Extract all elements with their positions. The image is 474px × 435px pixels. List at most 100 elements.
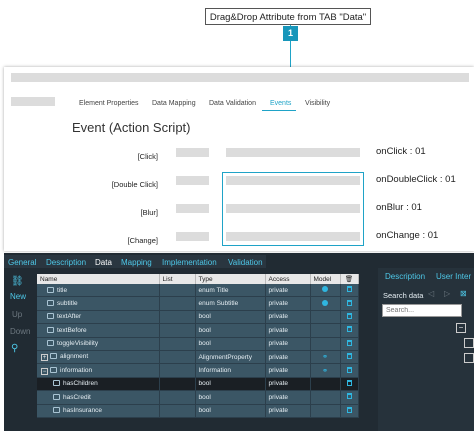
- cell-name: title: [37, 284, 160, 298]
- delete-icon[interactable]: [346, 366, 352, 373]
- tab-implementation[interactable]: Implementation: [162, 258, 217, 267]
- data-table: Name List Type Access Model 🗑 title enum …: [37, 274, 359, 418]
- col-name[interactable]: Name: [37, 274, 160, 284]
- designer-header-placeholder: [11, 97, 55, 106]
- table-row[interactable]: − information Information private ⚭: [37, 363, 359, 378]
- cell-type: bool: [195, 404, 266, 418]
- rp-tree-node[interactable]: −: [456, 323, 466, 333]
- delete-icon[interactable]: [346, 406, 352, 413]
- cell-list: [159, 337, 196, 351]
- attribute-icon: [53, 407, 60, 414]
- cell-access: private: [265, 296, 311, 311]
- delete-icon[interactable]: [346, 339, 352, 346]
- down-button[interactable]: Down: [10, 327, 30, 336]
- cell-access: private: [265, 284, 311, 298]
- cell-access: private: [265, 323, 311, 338]
- tab-events[interactable]: Events: [270, 100, 291, 107]
- tab-data-mapping[interactable]: Data Mapping: [152, 100, 196, 107]
- event-label-click: [Click]: [137, 152, 158, 161]
- model-globe-icon[interactable]: [322, 299, 328, 306]
- cell-list: [159, 284, 196, 298]
- rp-tree-item[interactable]: [464, 338, 474, 348]
- tab-general[interactable]: General: [8, 258, 36, 267]
- col-access[interactable]: Access: [265, 274, 311, 284]
- col-model[interactable]: Model: [310, 274, 341, 284]
- delete-icon[interactable]: [346, 353, 352, 360]
- cell-delete: [340, 284, 359, 298]
- tab-description[interactable]: Description: [46, 258, 86, 267]
- tab-rp-description[interactable]: Description: [385, 272, 425, 281]
- cell-list: [159, 310, 196, 325]
- model-link-icon[interactable]: ⚭: [322, 368, 328, 375]
- tab-visibility[interactable]: Visibility: [305, 100, 330, 107]
- table-row[interactable]: hasInsurance bool private: [37, 404, 359, 418]
- tab-data[interactable]: Data: [95, 258, 112, 267]
- table-row[interactable]: hasChildren bool private: [37, 377, 359, 392]
- tab-rp-user-interface[interactable]: User Inter: [436, 272, 471, 281]
- cell-model: [310, 337, 341, 351]
- delete-icon[interactable]: [346, 326, 352, 333]
- cell-access: private: [265, 404, 311, 418]
- cell-model: [310, 404, 341, 418]
- attribute-icon: [47, 300, 54, 307]
- tab-mapping[interactable]: Mapping: [121, 258, 152, 267]
- event-field-double-click[interactable]: [226, 176, 360, 185]
- table-row[interactable]: subtitle enum Subtitle private: [37, 296, 359, 311]
- trash-header-icon: 🗑: [340, 274, 359, 284]
- event-field-click[interactable]: [226, 148, 360, 157]
- event-field-blur-short[interactable]: [176, 204, 209, 213]
- delete-icon[interactable]: [346, 286, 352, 293]
- expand-toggle-icon[interactable]: −: [41, 367, 48, 375]
- delete-icon[interactable]: [346, 312, 352, 319]
- cell-list: [159, 296, 196, 311]
- expand-toggle-icon[interactable]: +: [41, 354, 48, 362]
- event-field-double-click-short[interactable]: [176, 176, 209, 185]
- delete-icon[interactable]: [346, 379, 352, 386]
- event-handler-blur: onBlur : 01: [376, 202, 422, 213]
- event-field-click-short[interactable]: [176, 148, 209, 157]
- delete-icon[interactable]: [346, 393, 352, 400]
- table-row[interactable]: textAfter bool private: [37, 310, 359, 325]
- table-row[interactable]: textBefore bool private: [37, 323, 359, 338]
- table-row[interactable]: + alignment AlignmentProperty private ⚭: [37, 350, 359, 365]
- tab-data-validation[interactable]: Data Validation: [209, 100, 256, 107]
- event-field-blur[interactable]: [226, 204, 360, 213]
- table-row[interactable]: hasCredit bool private: [37, 390, 359, 405]
- event-field-change[interactable]: [226, 232, 360, 241]
- attribute-name: information: [60, 366, 93, 374]
- tab-events-underline: [262, 110, 296, 111]
- model-globe-icon[interactable]: [322, 286, 328, 293]
- table-row[interactable]: title enum Title private: [37, 284, 359, 298]
- up-button[interactable]: Up: [12, 310, 22, 319]
- cell-access: private: [265, 350, 311, 365]
- search-icon[interactable]: ⚲: [11, 343, 18, 354]
- delete-icon[interactable]: [346, 299, 352, 306]
- cell-name: textBefore: [37, 323, 160, 338]
- nav-next-icon[interactable]: ▷: [444, 289, 450, 298]
- clear-search-icon[interactable]: ⊠: [460, 289, 467, 298]
- cell-model: [310, 310, 341, 325]
- table-row[interactable]: toggleVisibility bool private: [37, 337, 359, 351]
- cell-type: bool: [195, 390, 266, 405]
- search-data-input[interactable]: [382, 304, 462, 317]
- tab-validation[interactable]: Validation: [228, 258, 263, 267]
- col-list[interactable]: List: [159, 274, 196, 284]
- link-icon[interactable]: ⛓: [11, 276, 24, 287]
- cell-list: [159, 323, 196, 338]
- nav-prev-icon[interactable]: ◁: [428, 289, 434, 298]
- new-button[interactable]: New: [10, 292, 26, 301]
- cell-model: [310, 323, 341, 338]
- cell-name: toggleVisibility: [37, 337, 160, 351]
- event-label-blur: [Blur]: [140, 208, 158, 217]
- model-link-icon[interactable]: ⚭: [322, 354, 328, 361]
- table-header: Name List Type Access Model 🗑: [37, 274, 359, 284]
- col-type[interactable]: Type: [195, 274, 266, 284]
- tab-element-properties[interactable]: Element Properties: [79, 100, 139, 107]
- cell-model: ⚭: [310, 363, 341, 378]
- cell-model: [310, 284, 341, 298]
- cell-delete: [340, 337, 359, 351]
- rp-tree-item[interactable]: [464, 353, 474, 363]
- attribute-name: hasCredit: [63, 393, 91, 401]
- cell-name: hasChildren: [37, 377, 160, 392]
- event-field-change-short[interactable]: [176, 232, 209, 241]
